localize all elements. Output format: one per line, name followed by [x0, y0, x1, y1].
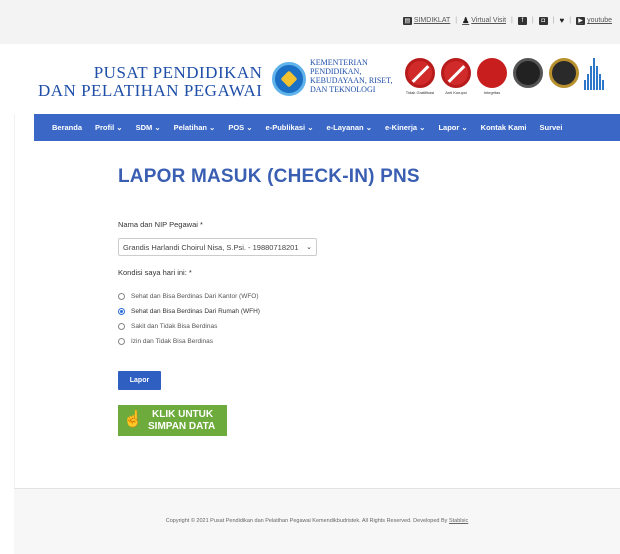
save-button-line1: KLIK UNTUK — [152, 409, 214, 420]
integrity-badge: Integritas — [476, 58, 508, 95]
ministry-name: KEMENTERIAN PENDIDIKAN, KEBUDAYAAN, RISE… — [310, 58, 392, 94]
lapor-submit-button[interactable]: Lapor — [118, 371, 161, 390]
radio-button[interactable] — [118, 338, 125, 345]
nav-sdm[interactable]: SDM ⌄ — [136, 123, 161, 132]
gold-seal-badge — [548, 58, 580, 88]
separator: | — [552, 17, 555, 24]
seal-badge — [512, 58, 544, 88]
save-data-button[interactable]: ☝ KLIK UNTUK SIMPAN DATA — [118, 405, 227, 436]
tower-logo-icon — [584, 58, 606, 90]
tap-hand-icon: ☝ — [123, 411, 143, 428]
no-gratification-badge: Tidak Gratifikasi — [404, 58, 436, 95]
org-name-line2: DAN PELATIHAN PEGAWAI — [38, 81, 263, 100]
nav-e-publikasi[interactable]: e-Publikasi ⌄ — [266, 123, 314, 132]
option-label: Sehat dan Bisa Berdinas Dari Rumah (WFH) — [131, 308, 260, 315]
youtube-icon: ▶ — [576, 16, 586, 25]
ministry-line: KEMENTERIAN — [310, 58, 368, 67]
document-icon: ▤ — [402, 16, 412, 25]
copyright-text: Copyright © 2021 Pusat Pendidikan dan Pe… — [14, 518, 620, 524]
option-label: Izin dan Tidak Bisa Berdinas — [131, 338, 214, 345]
org-name-line1: PUSAT PENDIDIKAN — [93, 63, 263, 82]
option-label: Sakit dan Tidak Bisa Berdinas — [131, 323, 218, 330]
separator: | — [531, 17, 534, 24]
nav-lapor[interactable]: Lapor ⌄ — [438, 123, 467, 132]
integrity-icon — [477, 58, 507, 88]
tut-wuri-handayani-logo — [272, 62, 306, 96]
ministry-line: DAN TEKNOLOGI — [310, 85, 376, 94]
developer-link[interactable]: Stablsic — [449, 518, 468, 524]
walking-person-icon: ♟ — [462, 16, 470, 25]
nav-e-kinerja[interactable]: e-Kinerja ⌄ — [385, 123, 425, 132]
separator: | — [511, 17, 513, 24]
radio-button-selected[interactable] — [118, 308, 125, 315]
seal-icon — [513, 58, 543, 88]
gold-seal-icon — [549, 58, 579, 88]
instagram-icon[interactable]: ◘ — [538, 16, 548, 25]
separator: | — [455, 17, 458, 24]
facebook-icon[interactable]: f — [517, 16, 527, 25]
radio-button[interactable] — [118, 323, 125, 330]
condition-option-wfh[interactable]: Sehat dan Bisa Berdinas Dari Rumah (WFH) — [118, 308, 260, 315]
top-links: ▤ SIMDIKLAT | ♟ Virtual Visit | f | ◘ | … — [402, 16, 612, 25]
radio-button[interactable] — [118, 293, 125, 300]
badge-caption: Integritas — [483, 90, 501, 95]
nav-pos[interactable]: POS ⌄ — [228, 123, 252, 132]
copyright-label: Copyright © 2021 Pusat Pendidikan dan Pe… — [165, 518, 448, 524]
nav-kontak-kami[interactable]: Kontak Kami — [481, 123, 527, 132]
nav-pelatihan[interactable]: Pelatihan ⌄ — [174, 123, 216, 132]
top-utility-bar: ▤ SIMDIKLAT | ♟ Virtual Visit | f | ◘ | … — [0, 0, 620, 44]
option-label: Sehat dan Bisa Berdinas Dari Kantor (WFO… — [131, 293, 259, 300]
condition-option-leave[interactable]: Izin dan Tidak Bisa Berdinas — [118, 338, 213, 345]
virtual-visit-label: Virtual Visit — [471, 17, 507, 24]
condition-option-sick[interactable]: Sakit dan Tidak Bisa Berdinas — [118, 323, 217, 330]
virtual-visit-link[interactable]: ♟ Virtual Visit — [462, 16, 506, 25]
simdiklat-link[interactable]: ▤ SIMDIKLAT — [402, 16, 451, 25]
integrity-badges: Tidak Gratifikasi Anti Korupsi Integrita… — [404, 58, 606, 95]
nav-survei[interactable]: Survei — [540, 123, 563, 132]
main-navigation: Beranda Profil ⌄ SDM ⌄ Pelatihan ⌄ POS ⌄… — [34, 114, 620, 141]
nav-e-layanan[interactable]: e-Layanan ⌄ — [327, 123, 372, 132]
no-gratification-icon — [405, 58, 435, 88]
nav-beranda[interactable]: Beranda — [52, 123, 82, 132]
ministry-line: KEBUDAYAAN, RISET, — [310, 76, 393, 85]
chevron-down-icon: ⌄ — [306, 244, 312, 251]
employee-select[interactable]: Grandis Harlandi Choirul Nisa, S.Psi. - … — [118, 238, 317, 256]
condition-label: Kondisi saya hari ini: * — [118, 268, 192, 277]
youtube-link[interactable]: ▶ youtube — [576, 16, 612, 25]
ministry-line: PENDIDIKAN, — [310, 67, 362, 76]
badge-caption: Tidak Gratifikasi — [405, 90, 435, 95]
condition-option-wfo[interactable]: Sehat dan Bisa Berdinas Dari Kantor (WFO… — [118, 293, 259, 300]
separator: | — [569, 17, 572, 24]
badge-caption: Anti Korupsi — [445, 90, 467, 95]
page-title: LAPOR MASUK (CHECK-IN) PNS — [118, 166, 420, 187]
nav-profil[interactable]: Profil ⌄ — [95, 123, 123, 132]
simdiklat-label: SIMDIKLAT — [413, 17, 451, 24]
site-footer: Copyright © 2021 Pusat Pendidikan dan Pe… — [14, 489, 620, 554]
twitter-icon[interactable]: ♥ — [560, 16, 565, 25]
save-button-line2: SIMPAN DATA — [148, 421, 216, 432]
site-header: PUSAT PENDIDIKAN DAN PELATIHAN PEGAWAI K… — [14, 44, 620, 114]
youtube-label: youtube — [587, 17, 612, 24]
anti-corruption-badge: Anti Korupsi — [440, 58, 472, 95]
org-name-logo[interactable]: PUSAT PENDIDIKAN DAN PELATIHAN PEGAWAI — [38, 64, 262, 100]
stop-hand-icon — [441, 58, 471, 88]
name-field-label: Nama dan NIP Pegawai * — [118, 220, 203, 229]
employee-select-value: Grandis Harlandi Choirul Nisa, S.Psi. - … — [123, 243, 299, 252]
